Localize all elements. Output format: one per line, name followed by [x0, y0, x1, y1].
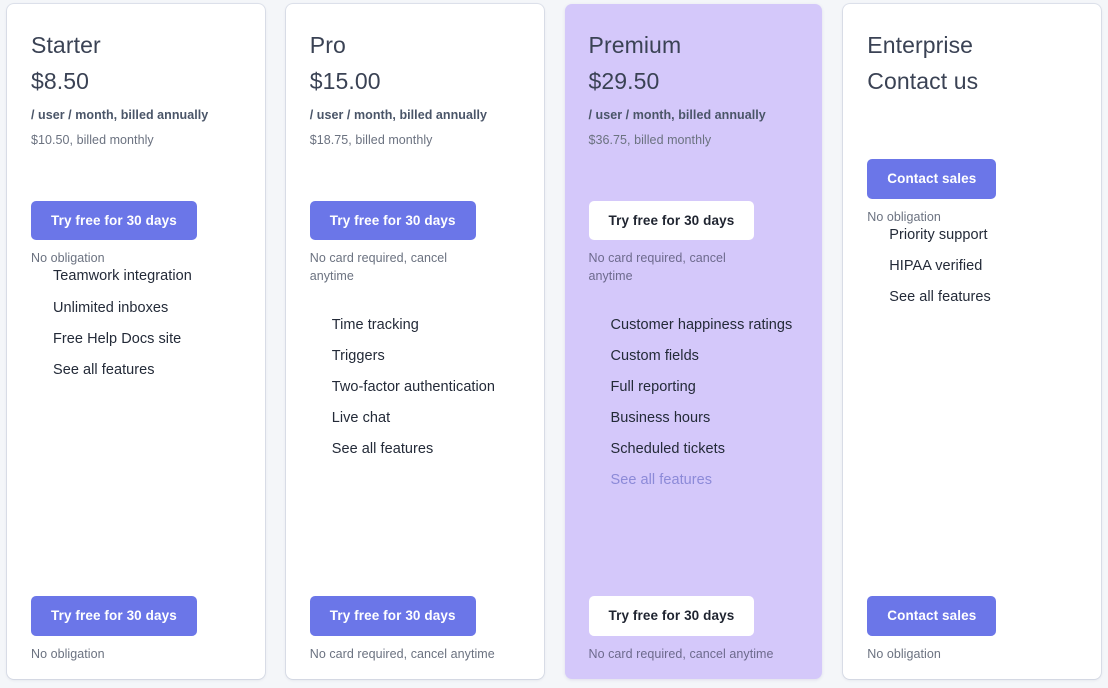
feature-item: Free Help Docs site	[53, 330, 182, 347]
cta-block-bottom: Contact sales No obligation	[867, 596, 1077, 679]
cta-button-bottom[interactable]: Try free for 30 days	[588, 596, 755, 636]
plan-card-premium: Premium $29.50 / user / month, billed annu…	[564, 4, 823, 679]
cta-block-top: Try free for 30 days No card required, ca…	[588, 200, 799, 286]
plan-name: Enterprise	[867, 32, 974, 58]
cta-block-top: Try free for 30 days No card required, ca…	[309, 200, 520, 286]
feature-item: Time tracking	[331, 316, 419, 333]
feature-item: HIPAA verified	[889, 257, 983, 274]
features-list: Customer happiness ratings Custom fields F…	[589, 316, 799, 597]
cta-button-bottom[interactable]: Try free for 30 days	[309, 596, 476, 636]
see-all-features-link[interactable]: See all features	[889, 288, 1077, 307]
feature-item: Teamwork integration	[53, 268, 192, 285]
cta-button-bottom[interactable]: Try free for 30 days	[31, 596, 197, 636]
billing-annual-note: / user / month, billed annually	[309, 108, 488, 123]
cta-button-top[interactable]: Contact sales	[867, 159, 997, 199]
plan-card-enterprise: Enterprise Contact us Contact sales No obli…	[843, 4, 1101, 679]
plan-card-starter: Starter $8.50 / user / month, billed annua…	[7, 4, 265, 679]
feature-item: Triggers	[331, 347, 385, 364]
cta-note-bottom: No obligation	[867, 646, 941, 661]
feature-item: Two-factor authentication	[331, 378, 496, 395]
feature-item: Priority support	[889, 226, 988, 243]
cta-block-bottom: Try free for 30 days No obligation	[31, 596, 241, 679]
plan-name: Pro	[309, 32, 346, 58]
pricing-plans-container: Starter $8.50 / user / month, billed annua…	[0, 0, 1108, 688]
plan-price: $8.50	[31, 68, 90, 95]
cta-block-top: Contact sales No obligation	[867, 159, 1077, 226]
cta-note-top: No obligation	[31, 251, 105, 266]
plan-card-pro: Pro $15.00 / user / month, billed annually…	[285, 4, 544, 679]
feature-item: Unlimited inboxes	[53, 299, 169, 316]
billing-annual-note: / user / month, billed annually	[588, 108, 766, 123]
plan-price: Contact us	[867, 68, 979, 95]
cta-button-bottom[interactable]: Contact sales	[867, 596, 997, 636]
features-list: Teamwork integration Unlimited inboxes Fre…	[31, 267, 241, 596]
cta-button-top[interactable]: Try free for 30 days	[588, 200, 755, 241]
billing-monthly-note: $18.75, billed monthly	[309, 132, 433, 147]
feature-item: Custom fields	[610, 347, 699, 364]
features-list: Priority support HIPAA verified See all fe…	[867, 226, 1077, 597]
cta-note-bottom: No card required, cancel anytime	[588, 646, 774, 661]
see-all-features-link[interactable]: See all features	[332, 440, 520, 459]
see-all-features-link[interactable]: See all features	[611, 471, 799, 490]
cta-block-bottom: Try free for 30 days No card required, ca…	[309, 596, 520, 679]
cta-button-top[interactable]: Try free for 30 days	[31, 200, 197, 241]
see-all-features-link[interactable]: See all features	[53, 361, 241, 380]
feature-item: Scheduled tickets	[610, 441, 725, 458]
feature-item: Full reporting	[610, 378, 696, 395]
features-list: Time tracking Triggers Two-factor authenti…	[310, 316, 520, 597]
feature-item: Live chat	[331, 409, 391, 426]
cta-note-top: No card required, cancel anytime	[309, 251, 448, 284]
cta-note-bottom: No card required, cancel anytime	[309, 646, 495, 661]
cta-note-bottom: No obligation	[31, 646, 105, 661]
cta-note-top: No card required, cancel anytime	[588, 251, 726, 284]
cta-block-top: Try free for 30 days No obligation	[31, 200, 241, 268]
feature-item: Business hours	[610, 409, 711, 426]
plan-name: Starter	[31, 32, 101, 58]
plan-price: $29.50	[588, 68, 660, 95]
feature-item: Customer happiness ratings	[610, 316, 793, 333]
plan-name: Premium	[588, 32, 682, 58]
plan-price: $15.00	[309, 68, 381, 95]
cta-button-top[interactable]: Try free for 30 days	[309, 200, 476, 241]
billing-monthly-note: $36.75, billed monthly	[588, 132, 712, 147]
cta-block-bottom: Try free for 30 days No card required, ca…	[588, 596, 799, 679]
billing-monthly-note: $10.50, billed monthly	[31, 132, 154, 147]
billing-annual-note: / user / month, billed annually	[31, 108, 209, 123]
cta-note-top: No obligation	[867, 209, 941, 224]
